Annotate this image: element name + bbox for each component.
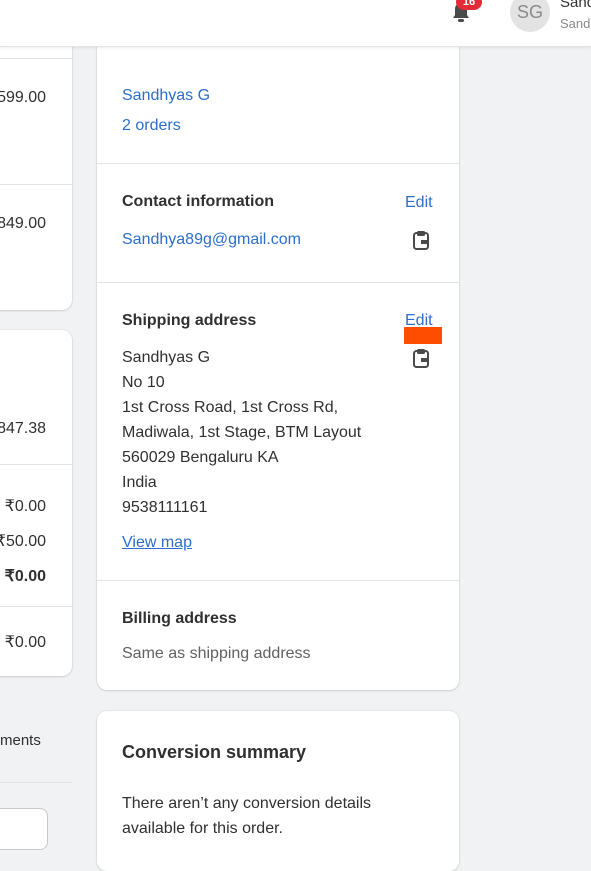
customer-name-link[interactable]: Sandhyas G <box>122 87 210 105</box>
notification-badge: 16 <box>456 0 482 10</box>
conversion-heading: Conversion summary <box>122 742 307 762</box>
top-bar: 16 SG Sand Sand <box>0 0 591 47</box>
clipboard-icon[interactable] <box>410 347 432 369</box>
shipping-heading: Shipping address <box>122 312 257 329</box>
divider <box>97 580 459 581</box>
subtotal-value: 847.38 <box>0 420 46 437</box>
discount-value: ₹0.00 <box>4 498 46 515</box>
user-store-name: Sand <box>560 16 591 31</box>
billing-heading: Billing address <box>122 610 237 627</box>
customer-card: Customer Sandhyas G 2 orders Contact inf… <box>97 0 459 690</box>
divider <box>0 58 72 59</box>
address-line: Sandhyas G <box>122 349 211 366</box>
contact-edit-button[interactable]: Edit <box>405 194 433 212</box>
view-map-link[interactable]: View map <box>122 534 192 552</box>
partial-label: ments <box>0 732 41 749</box>
highlight-marker <box>404 327 442 344</box>
payment-summary-card: 847.38 ₹0.00 ₹50.00 ₹0.00 ₹0.00 <box>0 330 72 676</box>
timeline-input[interactable] <box>0 808 48 850</box>
conversion-text: available for this order. <box>122 820 283 837</box>
contact-heading: Contact information <box>122 193 274 210</box>
address-line: Madiwala, 1st Stage, BTM Layout <box>122 424 362 441</box>
divider <box>97 282 459 283</box>
paid-value: ₹0.00 <box>4 634 46 651</box>
divider <box>0 464 72 465</box>
address-line: 1st Cross Road, 1st Cross Rd, <box>122 399 339 416</box>
clipboard-icon[interactable] <box>410 229 432 251</box>
avatar[interactable]: SG <box>510 0 550 32</box>
customer-orders-link[interactable]: 2 orders <box>122 117 181 135</box>
divider <box>0 606 72 607</box>
billing-value: Same as shipping address <box>122 645 311 662</box>
item-price: 599.00 <box>0 89 46 106</box>
divider <box>97 163 459 164</box>
contact-email-link[interactable]: Sandhya89g@gmail.com <box>122 231 301 249</box>
user-name[interactable]: Sand <box>560 0 591 11</box>
item-price: 849.00 <box>0 215 46 232</box>
divider <box>0 782 72 783</box>
divider <box>0 184 72 185</box>
total-value: ₹0.00 <box>4 568 46 585</box>
conversion-summary-card: Conversion summary There aren’t any conv… <box>97 711 459 871</box>
address-line: 560029 Bengaluru KA <box>122 449 279 466</box>
address-line: India <box>122 474 157 491</box>
conversion-text: There aren’t any conversion details <box>122 795 372 812</box>
address-line: No 10 <box>122 374 165 391</box>
shipping-value: ₹50.00 <box>0 533 46 550</box>
phone-number: 9538111161 <box>122 499 208 516</box>
